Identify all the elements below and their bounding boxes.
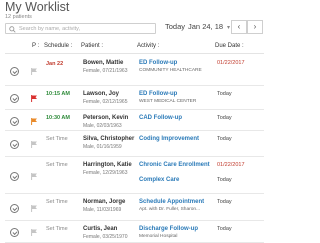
patient-info: Female, 07/21/1963 — [83, 68, 128, 74]
column-header-due-date[interactable]: Due Date : — [215, 43, 244, 49]
flag-icon[interactable] — [31, 95, 37, 102]
complete-checkbox[interactable] — [10, 172, 19, 181]
complete-checkbox[interactable] — [10, 94, 19, 103]
complete-checkbox[interactable] — [10, 140, 19, 149]
chevron-left-icon: ‹ — [237, 22, 241, 31]
patient-name[interactable]: Curtis, Jean — [83, 226, 117, 232]
complete-checkbox[interactable] — [10, 204, 19, 213]
table-row[interactable]: Set Time Harrington, Katie Female, 12/29/1… — [5, 157, 264, 194]
schedule-time[interactable]: Set Time — [46, 199, 68, 205]
complete-checkbox[interactable] — [10, 117, 19, 126]
flag-icon[interactable] — [31, 229, 37, 236]
patient-count: 12 patients — [5, 14, 32, 20]
activity-link[interactable]: CAD Follow-up — [139, 115, 182, 121]
table-row[interactable]: Jan 22 Bowen, Mattie Female, 07/21/1963 ED … — [5, 55, 264, 86]
schedule-time[interactable]: Set Time — [46, 136, 68, 142]
patient-name[interactable]: Norman, Jorge — [83, 199, 125, 205]
flag-icon[interactable] — [31, 173, 37, 180]
activity-subtext: COMMUNITY HEALTHCARE — [139, 68, 202, 73]
date-selector[interactable]: Today Jan 24, 18 ▾ — [165, 22, 230, 31]
table-row[interactable]: Set Time Norman, Jorge Male, 11/03/1969 Sch… — [5, 194, 264, 221]
chevron-right-icon: › — [253, 22, 257, 31]
patient-info: Female, 03/25/1970 — [83, 234, 128, 240]
header-divider — [5, 53, 264, 54]
patient-name[interactable]: Lawson, Joy — [83, 91, 119, 97]
date-value: Jan 24, 18 — [188, 22, 224, 31]
activity-subtext: Memorial Hospital — [139, 234, 178, 239]
due-date: 01/22/2017 — [217, 162, 245, 168]
due-date: Today — [217, 91, 232, 97]
activity-link[interactable]: Discharge Follow-up — [139, 226, 198, 232]
patient-name[interactable]: Peterson, Kevin — [83, 115, 128, 121]
table-row[interactable]: 10:15 AM Lawson, Joy Female, 02/12/1965 ED … — [5, 86, 264, 110]
date-label: Today — [165, 22, 186, 31]
activity-link[interactable]: ED Follow-up — [139, 60, 177, 66]
next-date-button[interactable]: › — [247, 20, 263, 34]
activity-link[interactable]: Chronic Care Enrollment — [139, 162, 210, 168]
flag-icon[interactable] — [31, 205, 37, 212]
flag-icon[interactable] — [31, 141, 37, 148]
activity-link[interactable]: Schedule Appointment — [139, 199, 204, 205]
due-date: Today — [217, 136, 232, 142]
schedule-time[interactable]: Set Time — [46, 162, 68, 168]
worklist-title: My Worklist — [5, 0, 70, 14]
due-date: 01/22/2017 — [217, 60, 245, 66]
flag-icon[interactable] — [31, 118, 37, 125]
patient-info: Female, 12/29/1963 — [83, 170, 128, 176]
chevron-down-icon[interactable]: ▾ — [227, 24, 230, 31]
schedule-time: 10:30 AM — [46, 115, 70, 121]
patient-info: Male, 02/03/1963 — [83, 123, 122, 129]
due-date: Today — [217, 199, 232, 205]
table-row[interactable]: Set Time Curtis, Jean Female, 03/25/1970 Di… — [5, 221, 264, 243]
activity-subtext: Apt. with Dr. Fuller, Sharon... — [139, 207, 201, 212]
patient-name[interactable]: Harrington, Katie — [83, 162, 132, 168]
patient-info: Male, 11/03/1969 — [83, 207, 122, 213]
column-header-activity[interactable]: Activity : — [137, 43, 159, 49]
patient-info: Female, 02/12/1965 — [83, 99, 128, 105]
column-header-priority[interactable]: P : — [32, 43, 39, 49]
complete-checkbox[interactable] — [10, 228, 19, 237]
patient-name[interactable]: Bowen, Mattie — [83, 60, 123, 66]
table-row[interactable]: Set Time Silva, Christopher Male, 01/16/19… — [5, 131, 264, 157]
activity-link[interactable]: Coding Improvement — [139, 136, 199, 142]
search-input[interactable] — [19, 24, 154, 33]
due-date: Today — [217, 177, 232, 183]
due-date: Today — [217, 226, 232, 232]
column-header-patient[interactable]: Patient : — [81, 43, 103, 49]
due-date: Today — [217, 115, 232, 121]
table-row[interactable]: 10:30 AM Peterson, Kevin Male, 02/03/1963 C… — [5, 110, 264, 131]
prev-date-button[interactable]: ‹ — [231, 20, 247, 34]
activity-link[interactable]: ED Follow-up — [139, 91, 177, 97]
activity-subtext: WEST MEDICAL CENTER — [139, 99, 197, 104]
activity-link[interactable]: Complex Care — [139, 177, 179, 183]
patient-name[interactable]: Silva, Christopher — [83, 136, 134, 142]
search-icon — [9, 25, 16, 33]
schedule-time: 10:15 AM — [46, 91, 70, 97]
complete-checkbox[interactable] — [10, 67, 19, 76]
schedule-time[interactable]: Set Time — [46, 226, 68, 232]
schedule-time: Jan 22 — [46, 61, 64, 67]
flag-icon[interactable] — [31, 68, 37, 75]
search-box[interactable] — [5, 23, 156, 34]
patient-info: Male, 01/16/1959 — [83, 144, 122, 150]
column-header-schedule[interactable]: Schedule : — [44, 43, 72, 49]
